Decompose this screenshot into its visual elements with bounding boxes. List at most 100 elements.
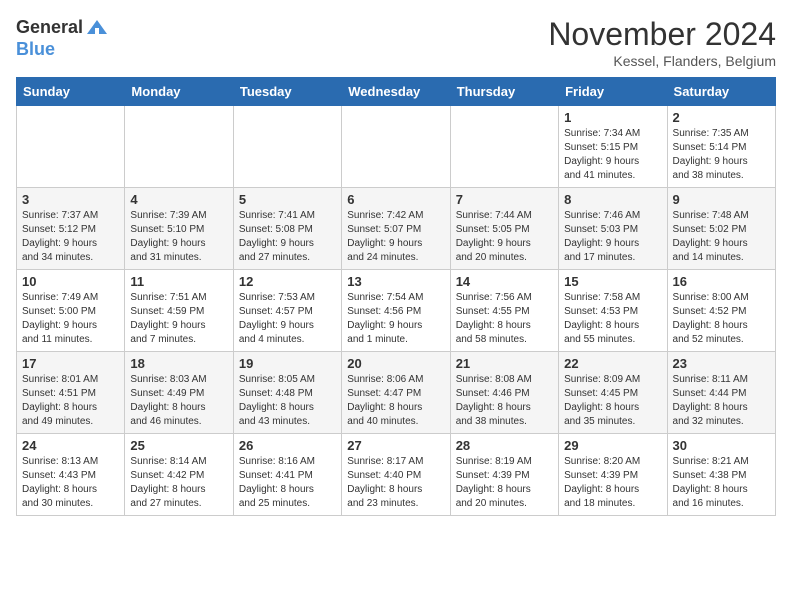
day-number: 16 <box>673 274 770 289</box>
calendar-cell: 21 Sunrise: 8:08 AM Sunset: 4:46 PM Dayli… <box>450 352 558 434</box>
calendar-cell: 15Sunrise: 7:58 AM Sunset: 4:53 PM Dayli… <box>559 270 667 352</box>
day-number: 12 <box>239 274 336 289</box>
location-title: Kessel, Flanders, Belgium <box>548 53 776 69</box>
day-detail: Sunrise: 8:19 AM Sunset: 4:39 PM Dayligh… <box>456 455 553 511</box>
day-detail: Sunrise: 8:03 AM Sunset: 4:49 PM Dayligh… <box>130 373 227 429</box>
weekday-header-thursday: Thursday <box>450 78 558 106</box>
calendar-table: SundayMondayTuesdayWednesdayThursdayFrid… <box>16 77 776 516</box>
day-number: 10 <box>22 274 119 289</box>
calendar-cell: 1 Sunrise: 7:34 AM Sunset: 5:15 PM Daylig… <box>559 106 667 188</box>
calendar-cell <box>233 106 341 188</box>
day-number: 24 <box>22 438 119 453</box>
day-detail: Sunrise: 7:34 AM Sunset: 5:15 PM Dayligh… <box>564 127 661 183</box>
calendar-cell: 3 Sunrise: 7:37 AM Sunset: 5:12 PM Daylig… <box>17 188 125 270</box>
calendar-cell: 5 Sunrise: 7:41 AM Sunset: 5:08 PM Daylig… <box>233 188 341 270</box>
day-detail: Sunrise: 8:06 AM Sunset: 4:47 PM Dayligh… <box>347 373 444 429</box>
day-detail: Sunrise: 8:20 AM Sunset: 4:39 PM Dayligh… <box>564 455 661 511</box>
calendar-cell: 11 Sunrise: 7:51 AM Sunset: 4:59 PM Dayli… <box>125 270 233 352</box>
day-detail: Sunrise: 8:14 AM Sunset: 4:42 PM Dayligh… <box>130 455 227 511</box>
calendar-cell: 30Sunrise: 8:21 AM Sunset: 4:38 PM Dayli… <box>667 434 775 516</box>
calendar-cell <box>17 106 125 188</box>
calendar-cell: 26 Sunrise: 8:16 AM Sunset: 4:41 PM Dayli… <box>233 434 341 516</box>
weekday-header-friday: Friday <box>559 78 667 106</box>
calendar-cell: 8Sunrise: 7:46 AM Sunset: 5:03 PM Daylig… <box>559 188 667 270</box>
weekday-header-saturday: Saturday <box>667 78 775 106</box>
day-number: 9 <box>673 192 770 207</box>
weekday-header-sunday: Sunday <box>17 78 125 106</box>
calendar-cell: 16 Sunrise: 8:00 AM Sunset: 4:52 PM Dayli… <box>667 270 775 352</box>
day-detail: Sunrise: 7:51 AM Sunset: 4:59 PM Dayligh… <box>130 291 227 347</box>
calendar-cell: 6 Sunrise: 7:42 AM Sunset: 5:07 PM Daylig… <box>342 188 450 270</box>
logo: General Blue <box>16 16 109 60</box>
day-detail: Sunrise: 7:44 AM Sunset: 5:05 PM Dayligh… <box>456 209 553 265</box>
week-row-5: 24 Sunrise: 8:13 AM Sunset: 4:43 PM Dayli… <box>17 434 776 516</box>
page-header: General Blue November 2024 Kessel, Fland… <box>16 16 776 69</box>
day-detail: Sunrise: 7:54 AM Sunset: 4:56 PM Dayligh… <box>347 291 444 347</box>
day-number: 18 <box>130 356 227 371</box>
calendar-cell <box>342 106 450 188</box>
calendar-cell <box>450 106 558 188</box>
day-number: 6 <box>347 192 444 207</box>
day-number: 29 <box>564 438 661 453</box>
day-detail: Sunrise: 8:16 AM Sunset: 4:41 PM Dayligh… <box>239 455 336 511</box>
weekday-header-row: SundayMondayTuesdayWednesdayThursdayFrid… <box>17 78 776 106</box>
day-detail: Sunrise: 8:00 AM Sunset: 4:52 PM Dayligh… <box>673 291 770 347</box>
day-number: 21 <box>456 356 553 371</box>
day-number: 20 <box>347 356 444 371</box>
day-number: 28 <box>456 438 553 453</box>
day-number: 3 <box>22 192 119 207</box>
day-number: 23 <box>673 356 770 371</box>
day-detail: Sunrise: 7:46 AM Sunset: 5:03 PM Dayligh… <box>564 209 661 265</box>
day-detail: Sunrise: 8:09 AM Sunset: 4:45 PM Dayligh… <box>564 373 661 429</box>
calendar-cell: 13 Sunrise: 7:54 AM Sunset: 4:56 PM Dayli… <box>342 270 450 352</box>
logo-general: General <box>16 18 83 38</box>
day-number: 26 <box>239 438 336 453</box>
calendar-cell: 25 Sunrise: 8:14 AM Sunset: 4:42 PM Dayli… <box>125 434 233 516</box>
day-number: 4 <box>130 192 227 207</box>
day-detail: Sunrise: 7:42 AM Sunset: 5:07 PM Dayligh… <box>347 209 444 265</box>
week-row-2: 3 Sunrise: 7:37 AM Sunset: 5:12 PM Daylig… <box>17 188 776 270</box>
calendar-cell <box>125 106 233 188</box>
calendar-cell: 10 Sunrise: 7:49 AM Sunset: 5:00 PM Dayli… <box>17 270 125 352</box>
calendar-cell: 20 Sunrise: 8:06 AM Sunset: 4:47 PM Dayli… <box>342 352 450 434</box>
calendar-cell: 7 Sunrise: 7:44 AM Sunset: 5:05 PM Daylig… <box>450 188 558 270</box>
week-row-1: 1 Sunrise: 7:34 AM Sunset: 5:15 PM Daylig… <box>17 106 776 188</box>
month-title: November 2024 <box>548 16 776 53</box>
day-number: 27 <box>347 438 444 453</box>
day-detail: Sunrise: 8:01 AM Sunset: 4:51 PM Dayligh… <box>22 373 119 429</box>
day-detail: Sunrise: 8:08 AM Sunset: 4:46 PM Dayligh… <box>456 373 553 429</box>
calendar-cell: 2 Sunrise: 7:35 AM Sunset: 5:14 PM Daylig… <box>667 106 775 188</box>
day-number: 13 <box>347 274 444 289</box>
day-detail: Sunrise: 8:05 AM Sunset: 4:48 PM Dayligh… <box>239 373 336 429</box>
day-detail: Sunrise: 7:37 AM Sunset: 5:12 PM Dayligh… <box>22 209 119 265</box>
calendar-cell: 19 Sunrise: 8:05 AM Sunset: 4:48 PM Dayli… <box>233 352 341 434</box>
day-number: 14 <box>456 274 553 289</box>
day-number: 25 <box>130 438 227 453</box>
day-detail: Sunrise: 7:56 AM Sunset: 4:55 PM Dayligh… <box>456 291 553 347</box>
day-detail: Sunrise: 7:49 AM Sunset: 5:00 PM Dayligh… <box>22 291 119 347</box>
logo-icon <box>85 16 109 40</box>
day-number: 11 <box>130 274 227 289</box>
day-number: 2 <box>673 110 770 125</box>
weekday-header-wednesday: Wednesday <box>342 78 450 106</box>
day-number: 7 <box>456 192 553 207</box>
day-number: 19 <box>239 356 336 371</box>
calendar-cell: 23Sunrise: 8:11 AM Sunset: 4:44 PM Dayli… <box>667 352 775 434</box>
day-number: 15 <box>564 274 661 289</box>
day-detail: Sunrise: 8:21 AM Sunset: 4:38 PM Dayligh… <box>673 455 770 511</box>
calendar-cell: 29 Sunrise: 8:20 AM Sunset: 4:39 PM Dayli… <box>559 434 667 516</box>
day-detail: Sunrise: 7:35 AM Sunset: 5:14 PM Dayligh… <box>673 127 770 183</box>
day-detail: Sunrise: 7:48 AM Sunset: 5:02 PM Dayligh… <box>673 209 770 265</box>
calendar-cell: 28 Sunrise: 8:19 AM Sunset: 4:39 PM Dayli… <box>450 434 558 516</box>
day-number: 5 <box>239 192 336 207</box>
day-detail: Sunrise: 8:13 AM Sunset: 4:43 PM Dayligh… <box>22 455 119 511</box>
calendar-cell: 4Sunrise: 7:39 AM Sunset: 5:10 PM Daylig… <box>125 188 233 270</box>
day-number: 22 <box>564 356 661 371</box>
calendar-cell: 9 Sunrise: 7:48 AM Sunset: 5:02 PM Daylig… <box>667 188 775 270</box>
calendar-cell: 24 Sunrise: 8:13 AM Sunset: 4:43 PM Dayli… <box>17 434 125 516</box>
week-row-4: 17Sunrise: 8:01 AM Sunset: 4:51 PM Dayli… <box>17 352 776 434</box>
calendar-cell: 27Sunrise: 8:17 AM Sunset: 4:40 PM Dayli… <box>342 434 450 516</box>
day-detail: Sunrise: 7:41 AM Sunset: 5:08 PM Dayligh… <box>239 209 336 265</box>
calendar-cell: 18 Sunrise: 8:03 AM Sunset: 4:49 PM Dayli… <box>125 352 233 434</box>
day-number: 1 <box>564 110 661 125</box>
